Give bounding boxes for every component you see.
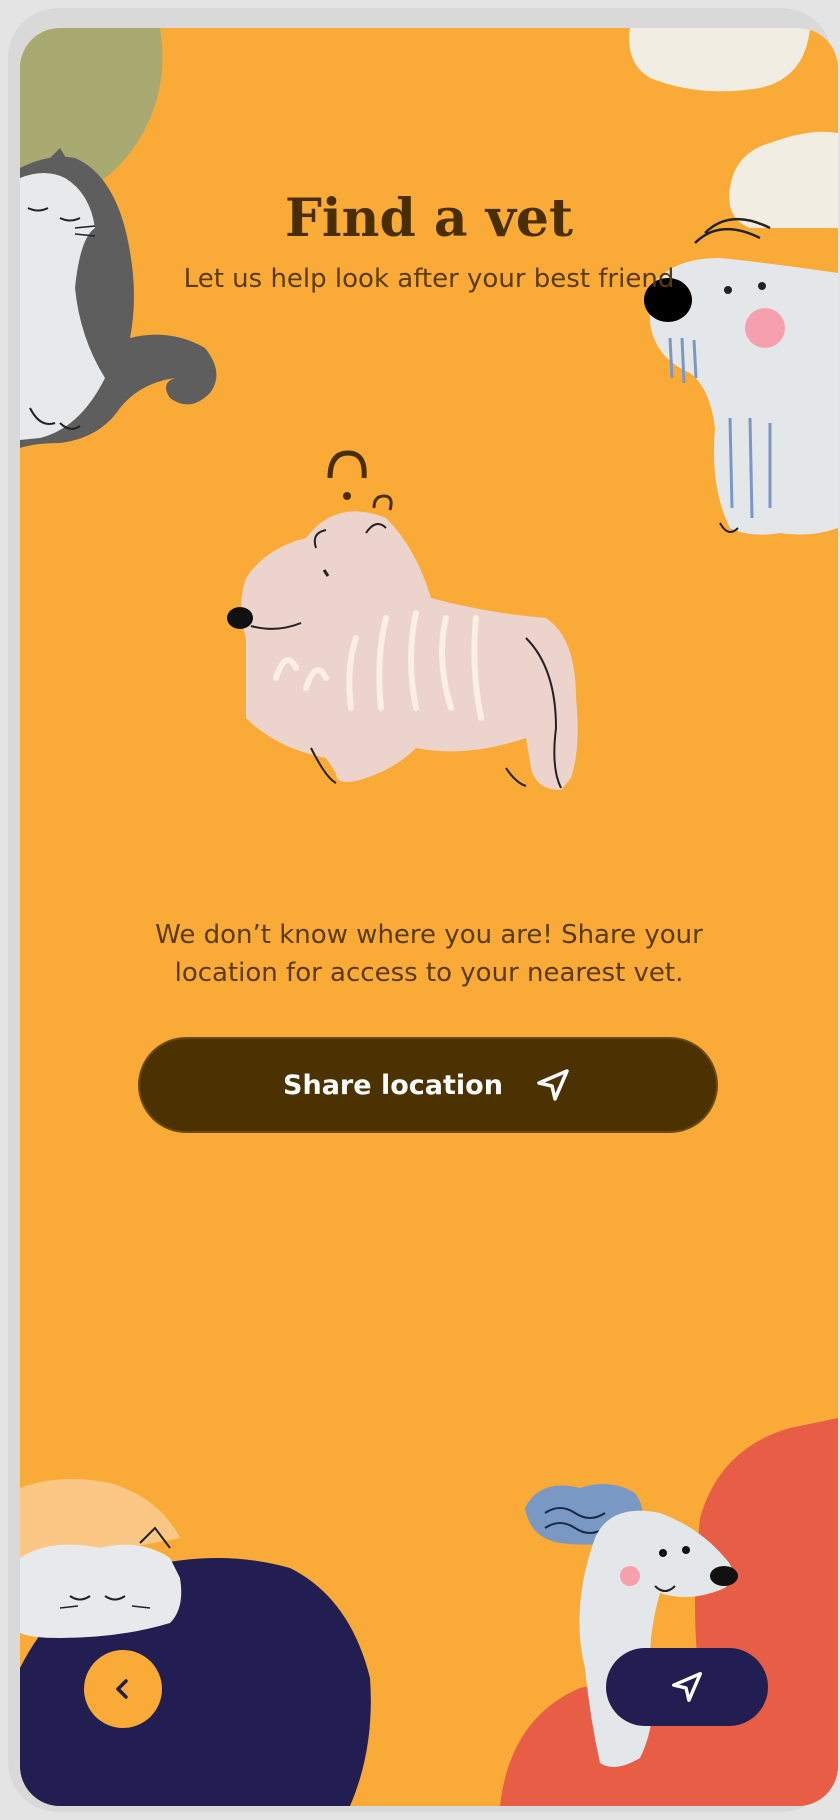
navigation-arrow-icon	[537, 1069, 569, 1101]
dog-illustration-bottom-right	[500, 1418, 838, 1806]
cat-illustration-bottom-left	[20, 1479, 371, 1806]
location-message-line-2: location for access to your nearest vet.	[174, 958, 684, 988]
confused-dog-illustration	[227, 450, 578, 790]
share-location-label: Share location	[283, 1069, 503, 1101]
page-title: Find a vet	[284, 188, 574, 249]
location-message: We don’t know where you are! Share your …	[130, 916, 728, 992]
location-nav-button[interactable]	[606, 1648, 768, 1726]
device-frame: Find a vet Let us help look after your b…	[8, 8, 838, 1812]
app-screen: Find a vet Let us help look after your b…	[20, 28, 838, 1806]
chevron-left-icon	[116, 1679, 128, 1699]
back-button[interactable]	[84, 1650, 162, 1728]
share-location-button[interactable]: Share location	[138, 1037, 718, 1133]
location-message-line-1: We don’t know where you are! Share your	[155, 920, 703, 950]
page-subtitle: Let us help look after your best friend	[183, 264, 675, 294]
navigation-arrow-icon	[672, 1672, 702, 1702]
